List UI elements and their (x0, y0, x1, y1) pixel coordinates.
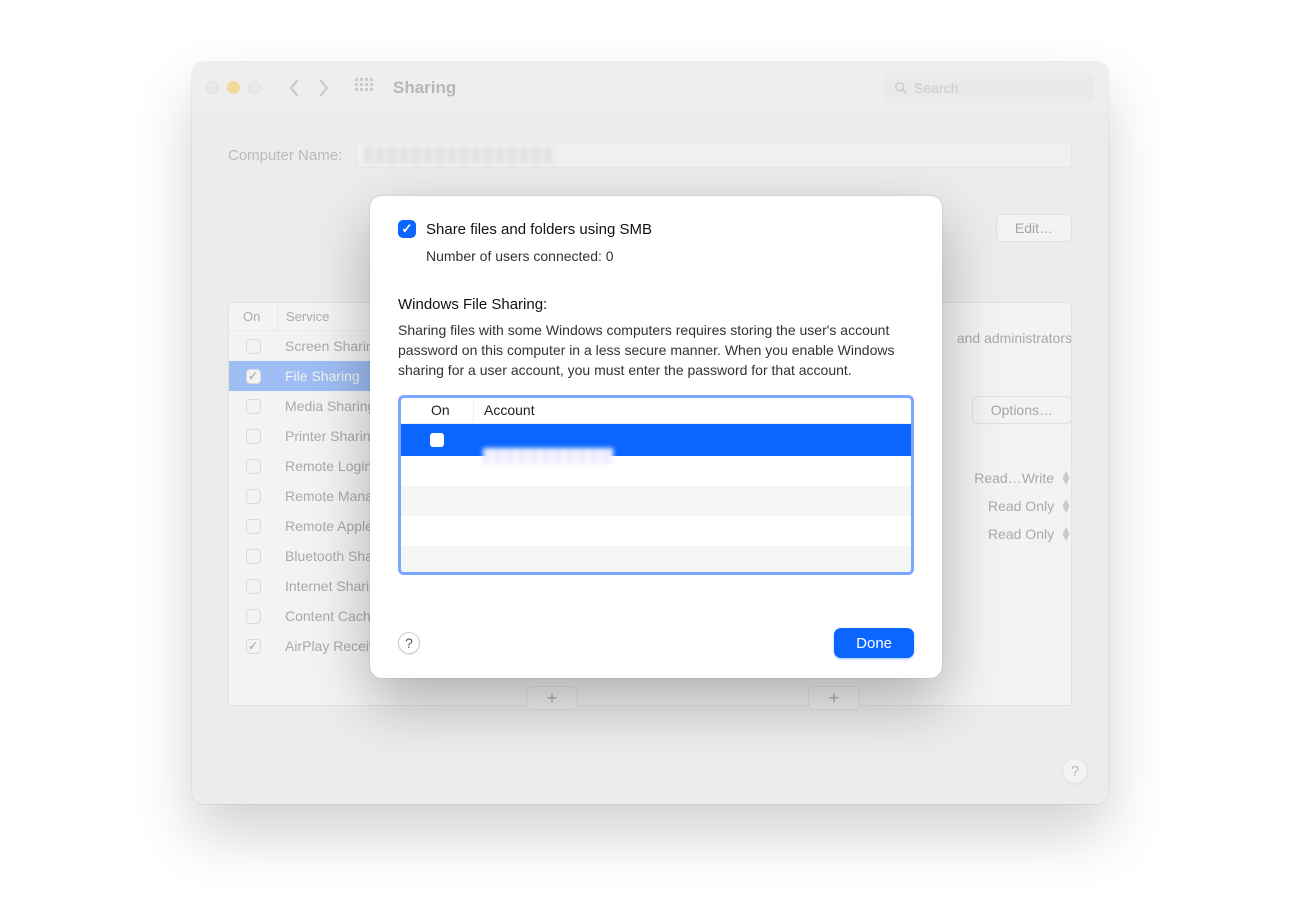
sheet-help-button[interactable]: ? (398, 632, 420, 654)
accounts-header-on: On (401, 402, 473, 418)
connected-users-text: Number of users connected: 0 (426, 248, 914, 264)
accounts-header: On Account (401, 398, 911, 424)
table-row (401, 486, 911, 516)
sheet-footer: ? Done (398, 628, 914, 658)
smb-checkbox-row[interactable]: Share files and folders using SMB (398, 220, 914, 238)
table-row (401, 546, 911, 575)
smb-checkbox-label: Share files and folders using SMB (426, 221, 652, 238)
windows-fs-title: Windows File Sharing: (398, 296, 914, 313)
account-checkbox[interactable] (430, 433, 444, 447)
table-row (401, 456, 911, 486)
accounts-table[interactable]: On Account (398, 395, 914, 575)
accounts-header-account: Account (473, 398, 911, 423)
account-row[interactable] (401, 424, 911, 456)
smb-checkbox[interactable] (398, 220, 416, 238)
done-button[interactable]: Done (834, 628, 914, 658)
redacted-text (483, 448, 613, 464)
table-row (401, 516, 911, 546)
smb-options-sheet: Share files and folders using SMB Number… (370, 196, 942, 678)
windows-fs-body: Sharing files with some Windows computer… (398, 321, 914, 381)
